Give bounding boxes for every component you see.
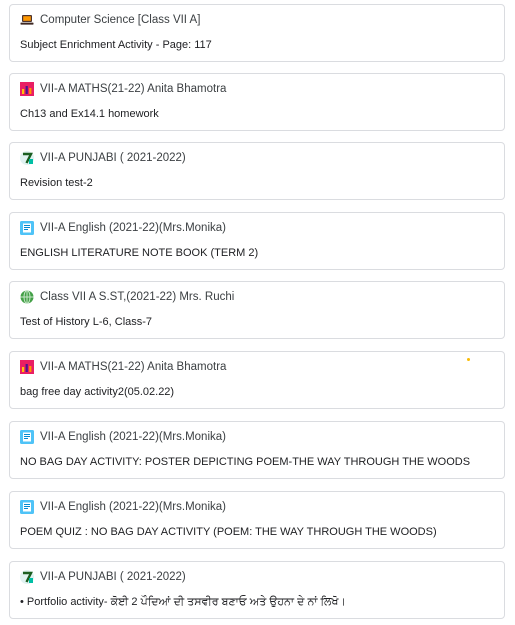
- assignment-title[interactable]: Ch13 and Ex14.1 homework: [20, 108, 159, 120]
- assignment-card[interactable]: Computer Science [Class VII A] Subject E…: [9, 4, 505, 62]
- card-header: VII-A English (2021-22)(Mrs.Monika): [20, 499, 226, 515]
- card-header: Class VII A S.ST,(2021-22) Mrs. Ruchi: [20, 289, 234, 305]
- assignment-card[interactable]: VII-A MATHS(21-22) Anita Bhamotra bag fr…: [9, 351, 505, 409]
- assignment-title[interactable]: Test of History L-6, Class-7: [20, 316, 152, 328]
- laptop-icon: [20, 13, 34, 27]
- class-name: VII-A MATHS(21-22) Anita Bhamotra: [40, 83, 227, 95]
- class-name: VII-A English (2021-22)(Mrs.Monika): [40, 222, 226, 234]
- class-name: Class VII A S.ST,(2021-22) Mrs. Ruchi: [40, 291, 235, 303]
- assignment-card[interactable]: VII-A PUNJABI ( 2021-2022) Revision test…: [9, 142, 505, 200]
- card-header: VII-A PUNJABI ( 2021-2022): [20, 569, 186, 585]
- accent-dot: [467, 358, 470, 361]
- class-name: VII-A MATHS(21-22) Anita Bhamotra: [40, 361, 227, 373]
- assignment-card[interactable]: VII-A MATHS(21-22) Anita Bhamotra Ch13 a…: [9, 73, 505, 131]
- assignment-title[interactable]: POEM QUIZ : NO BAG DAY ACTIVITY (POEM: T…: [20, 526, 437, 538]
- assignment-title[interactable]: • Portfolio activity- ਕੋਈ 2 ਪੌਦਿਆਂ ਦੀ ਤਸ…: [20, 596, 346, 609]
- assignment-card[interactable]: VII-A PUNJABI ( 2021-2022) • Portfolio a…: [9, 561, 505, 619]
- assignment-card[interactable]: VII-A English (2021-22)(Mrs.Monika) ENGL…: [9, 212, 505, 270]
- seven-icon: [20, 151, 34, 165]
- assignment-title[interactable]: bag free day activity2(05.02.22): [20, 386, 174, 398]
- class-name: VII-A PUNJABI ( 2021-2022): [40, 571, 186, 583]
- assignment-title[interactable]: Revision test-2: [20, 177, 93, 189]
- seven-icon: [20, 570, 34, 584]
- bar-chart-icon: [20, 360, 34, 374]
- card-header: VII-A PUNJABI ( 2021-2022): [20, 150, 186, 166]
- globe-icon: [20, 290, 34, 304]
- assignment-card[interactable]: VII-A English (2021-22)(Mrs.Monika) NO B…: [9, 421, 505, 479]
- notebook-icon: [20, 221, 34, 235]
- class-name: VII-A English (2021-22)(Mrs.Monika): [40, 431, 226, 443]
- bar-chart-icon: [20, 82, 34, 96]
- assignment-card[interactable]: Class VII A S.ST,(2021-22) Mrs. Ruchi Te…: [9, 281, 505, 339]
- card-header: VII-A MATHS(21-22) Anita Bhamotra: [20, 359, 226, 375]
- class-name: VII-A PUNJABI ( 2021-2022): [40, 152, 186, 164]
- card-header: VII-A English (2021-22)(Mrs.Monika): [20, 429, 226, 445]
- assignment-title[interactable]: ENGLISH LITERATURE NOTE BOOK (TERM 2): [20, 247, 258, 259]
- assignment-card[interactable]: VII-A English (2021-22)(Mrs.Monika) POEM…: [9, 491, 505, 549]
- notebook-icon: [20, 500, 34, 514]
- card-header: VII-A MATHS(21-22) Anita Bhamotra: [20, 81, 226, 97]
- assignment-title[interactable]: Subject Enrichment Activity - Page: 117: [20, 39, 212, 51]
- class-name: Computer Science [Class VII A]: [40, 14, 201, 26]
- card-header: Computer Science [Class VII A]: [20, 12, 200, 28]
- notebook-icon: [20, 430, 34, 444]
- card-header: VII-A English (2021-22)(Mrs.Monika): [20, 220, 226, 236]
- class-name: VII-A English (2021-22)(Mrs.Monika): [40, 501, 226, 513]
- assignment-title[interactable]: NO BAG DAY ACTIVITY: POSTER DEPICTING PO…: [20, 456, 470, 468]
